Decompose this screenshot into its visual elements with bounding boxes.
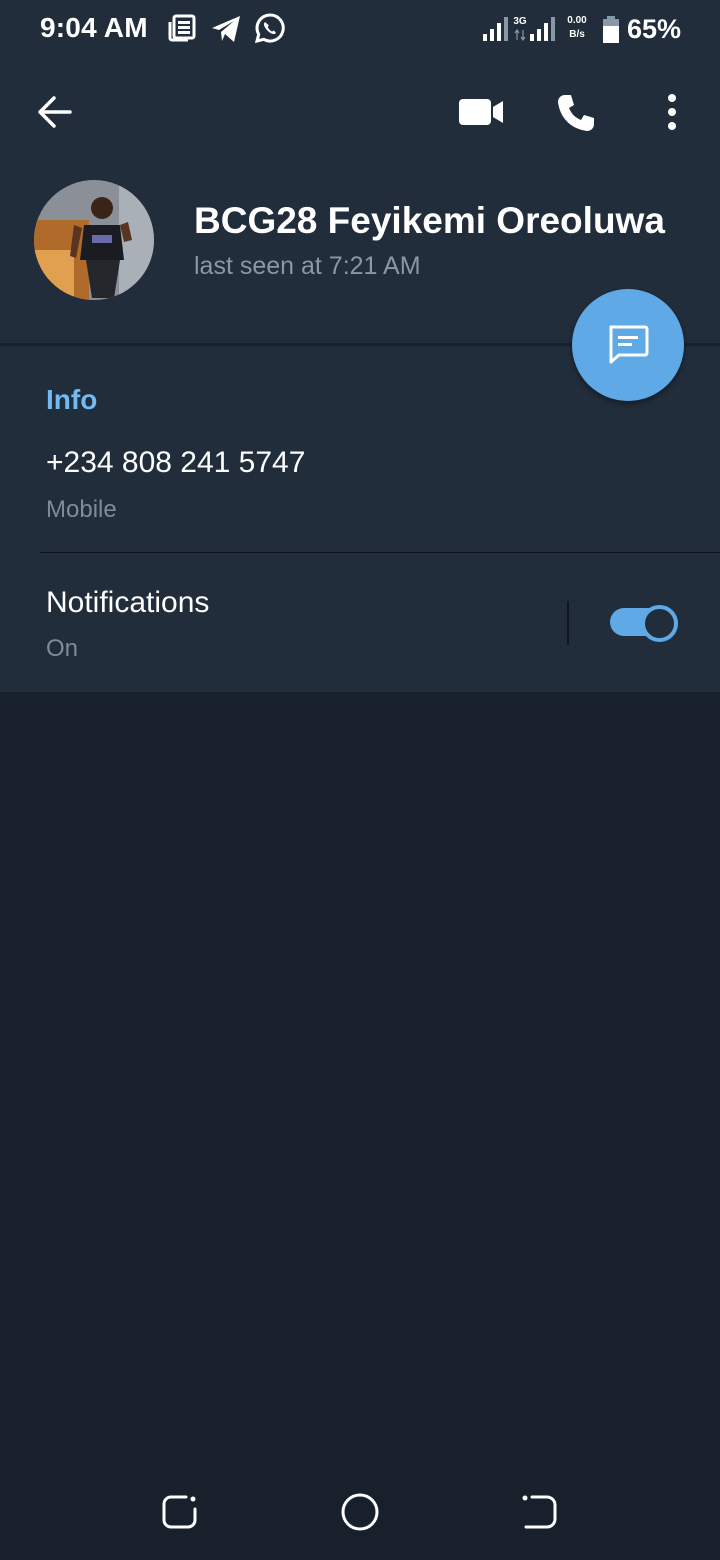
info-section-title: Info [46, 384, 98, 415]
back-nav-icon[interactable] [520, 1494, 558, 1530]
phone-type-label: Mobile [46, 496, 117, 523]
phone-call-icon[interactable] [556, 93, 596, 133]
net-speed-unit: B/s [569, 29, 585, 40]
home-icon[interactable] [340, 1492, 380, 1532]
section-divider [40, 552, 720, 553]
back-arrow-icon[interactable] [36, 95, 74, 129]
message-icon [609, 325, 649, 364]
avatar-photo [34, 180, 154, 300]
notifications-title[interactable]: Notifications [46, 586, 209, 620]
data-arrows-icon [514, 29, 526, 41]
net-speed-value: 0.00 [567, 15, 587, 26]
status-time: 9:04 AM [40, 12, 148, 43]
contact-avatar[interactable] [34, 180, 154, 300]
phone-number[interactable]: +234 808 241 5747 [46, 446, 305, 480]
news-icon [168, 14, 196, 42]
last-seen-status: last seen at 7:21 AM [194, 252, 421, 280]
notifications-toggle-knob[interactable] [641, 605, 678, 642]
network-type-label: 3G [513, 16, 527, 27]
telegram-icon [212, 16, 240, 42]
signal-strength-icon [483, 17, 508, 41]
toggle-separator [567, 601, 569, 645]
signal-strength-2-icon [530, 17, 555, 41]
notifications-status: On [46, 635, 79, 662]
battery-percent: 65% [627, 14, 682, 44]
contact-name: BCG28 Feyikemi Oreoluwa [194, 200, 665, 241]
whatsapp-icon [254, 13, 285, 44]
more-options-icon[interactable] [664, 94, 680, 130]
video-call-icon[interactable] [458, 97, 504, 127]
battery-icon [603, 16, 619, 43]
recent-apps-icon[interactable] [162, 1494, 198, 1530]
send-message-button[interactable] [572, 289, 684, 401]
status-bar: 9:04 AM 3G 0.00 B/s 65% [0, 0, 720, 62]
